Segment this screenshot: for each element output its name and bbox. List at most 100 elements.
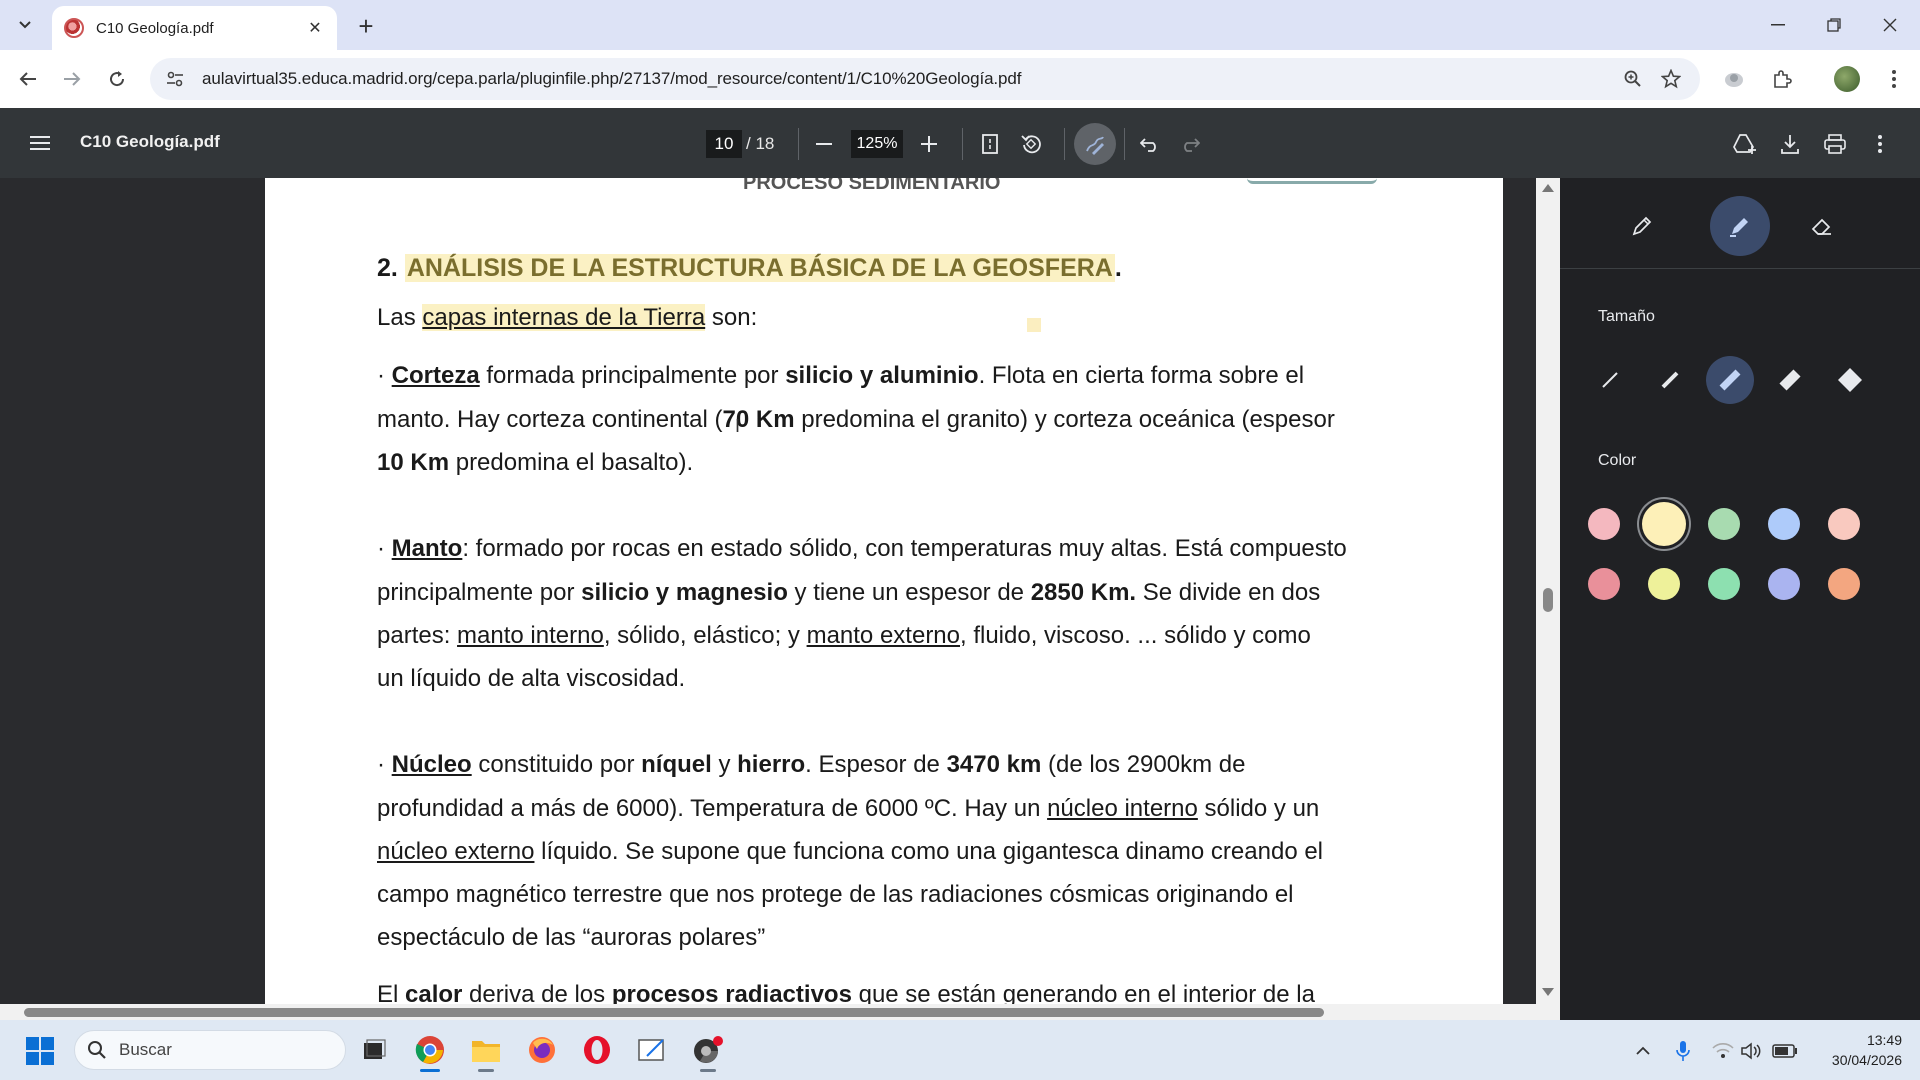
size-option-5[interactable] bbox=[1826, 356, 1874, 404]
pen-tool-button[interactable] bbox=[1612, 196, 1672, 256]
arrow-left-icon bbox=[19, 72, 36, 86]
extensions-menu-button[interactable] bbox=[1766, 63, 1798, 95]
extension-cloud-icon bbox=[1725, 73, 1743, 87]
start-button[interactable] bbox=[26, 1037, 54, 1065]
pdf-viewport[interactable]: PROCESO SEDIMENTARIO 2. ANÁLISIS DE LA E… bbox=[0, 178, 1560, 1004]
rotate-button[interactable] bbox=[1014, 127, 1048, 161]
intro-line: Las capas internas de la Tierra son: bbox=[377, 304, 758, 331]
color-swatch[interactable] bbox=[1588, 568, 1620, 600]
microphone-button[interactable] bbox=[1670, 1038, 1696, 1064]
zoom-level-input[interactable]: 125% bbox=[851, 130, 903, 158]
color-swatch[interactable] bbox=[1588, 508, 1620, 540]
paragraph-line: campo magnético terrestre que nos proteg… bbox=[377, 881, 1294, 908]
download-button[interactable] bbox=[1773, 127, 1807, 161]
chrome-icon bbox=[415, 1036, 444, 1064]
paragraph-line: manto. Hay corteza continental (70 Km pr… bbox=[377, 406, 1335, 433]
pdf-file-name: C10 Geología.pdf bbox=[80, 132, 220, 151]
browser-menu-button[interactable] bbox=[1878, 63, 1910, 95]
horizontal-scroll-thumb[interactable] bbox=[24, 1008, 1324, 1017]
close-icon bbox=[1883, 18, 1897, 32]
search-icon bbox=[88, 1041, 106, 1059]
color-swatch[interactable] bbox=[1768, 568, 1800, 600]
fit-page-button[interactable] bbox=[973, 127, 1007, 161]
zoom-out-button[interactable] bbox=[807, 127, 841, 161]
horizontal-scrollbar[interactable] bbox=[0, 1004, 1560, 1020]
vertical-scrollbar[interactable] bbox=[1536, 178, 1560, 1004]
show-hidden-icons-button[interactable] bbox=[1630, 1038, 1656, 1064]
minimize-button[interactable] bbox=[1750, 0, 1806, 50]
zoom-in-button[interactable] bbox=[912, 127, 946, 161]
color-swatch[interactable] bbox=[1708, 508, 1740, 540]
scroll-down-arrow-icon[interactable] bbox=[1542, 988, 1554, 996]
chevron-down-icon bbox=[19, 21, 31, 29]
scroll-up-arrow-icon[interactable] bbox=[1542, 184, 1554, 192]
address-bar[interactable]: aulavirtual35.educa.madrid.org/cepa.parl… bbox=[150, 58, 1700, 100]
color-swatch[interactable] bbox=[1648, 568, 1680, 600]
size-label: Tamaño bbox=[1598, 308, 1655, 325]
taskbar-search[interactable]: Buscar bbox=[74, 1030, 346, 1070]
avatar bbox=[1834, 66, 1860, 92]
restore-button[interactable] bbox=[1806, 0, 1862, 50]
eraser-tool-button[interactable] bbox=[1792, 196, 1852, 256]
network-button[interactable] bbox=[1710, 1038, 1736, 1064]
vertical-scroll-thumb[interactable] bbox=[1543, 588, 1553, 612]
section-heading: 2. ANÁLISIS DE LA ESTRUCTURA BÁSICA DE L… bbox=[377, 254, 1122, 282]
tab-search-button[interactable] bbox=[10, 10, 40, 40]
task-view-icon bbox=[364, 1039, 386, 1059]
forward-button[interactable] bbox=[56, 63, 88, 95]
taskbar-app-opera[interactable] bbox=[577, 1030, 617, 1070]
size-option-2[interactable] bbox=[1646, 356, 1694, 404]
pen-icon bbox=[1632, 216, 1652, 236]
save-to-drive-button[interactable] bbox=[1728, 127, 1762, 161]
site-info-icon[interactable] bbox=[156, 60, 194, 98]
annotate-button[interactable] bbox=[1074, 123, 1116, 165]
redo-button[interactable] bbox=[1173, 127, 1207, 161]
volume-button[interactable] bbox=[1738, 1038, 1764, 1064]
size-option-3[interactable] bbox=[1706, 356, 1754, 404]
more-vert-icon bbox=[1892, 70, 1896, 88]
zoom-indicator-button[interactable] bbox=[1614, 58, 1652, 100]
browser-tab[interactable]: C10 Geología.pdf ✕ bbox=[52, 6, 337, 50]
paragraph-line-cut: El calor deriva de los procesos radiacti… bbox=[377, 981, 1315, 1004]
bookmark-button[interactable] bbox=[1652, 58, 1690, 100]
download-icon bbox=[1781, 135, 1799, 154]
color-swatch[interactable] bbox=[1828, 568, 1860, 600]
cut-off-heading: PROCESO SEDIMENTARIO bbox=[743, 178, 1001, 194]
taskbar-app-explorer[interactable] bbox=[466, 1030, 506, 1072]
color-swatch[interactable] bbox=[1708, 568, 1740, 600]
pdf-page[interactable]: PROCESO SEDIMENTARIO 2. ANÁLISIS DE LA E… bbox=[265, 178, 1503, 1004]
panel-divider bbox=[1560, 268, 1920, 269]
new-tab-button[interactable]: + bbox=[350, 10, 382, 42]
extension-button[interactable] bbox=[1718, 63, 1750, 95]
profile-button[interactable] bbox=[1831, 63, 1863, 95]
reload-button[interactable] bbox=[101, 63, 133, 95]
taskbar-app-chrome[interactable] bbox=[410, 1030, 450, 1072]
more-vert-icon bbox=[1878, 135, 1882, 153]
opera-icon bbox=[584, 1036, 610, 1064]
taskbar-app-chrome-profile[interactable] bbox=[688, 1030, 728, 1072]
taskbar-app-task-view[interactable] bbox=[354, 1030, 394, 1070]
color-swatch[interactable] bbox=[1642, 502, 1686, 546]
taskbar-app-whiteboard[interactable] bbox=[632, 1030, 672, 1070]
close-tab-icon[interactable]: ✕ bbox=[305, 18, 325, 38]
page-number-input[interactable]: 10 bbox=[706, 130, 742, 158]
close-window-button[interactable] bbox=[1862, 0, 1918, 50]
size-option-4[interactable] bbox=[1766, 356, 1814, 404]
system-clock[interactable]: 13:49 30/04/2026 bbox=[1812, 1030, 1902, 1070]
size-option-1[interactable] bbox=[1586, 356, 1634, 404]
size-xs-icon bbox=[1602, 372, 1618, 388]
print-button[interactable] bbox=[1818, 127, 1852, 161]
color-swatch[interactable] bbox=[1828, 508, 1860, 540]
pdf-more-button[interactable] bbox=[1863, 127, 1897, 161]
folder-icon bbox=[472, 1041, 500, 1062]
taskbar-app-firefox[interactable] bbox=[522, 1030, 562, 1070]
battery-button[interactable] bbox=[1772, 1038, 1798, 1064]
back-button[interactable] bbox=[12, 63, 44, 95]
color-swatch[interactable] bbox=[1768, 508, 1800, 540]
paragraph-line: · Corteza formada principalmente por sil… bbox=[377, 362, 1305, 389]
reload-icon bbox=[110, 71, 125, 87]
undo-button[interactable] bbox=[1133, 127, 1167, 161]
highlighter-tool-button[interactable] bbox=[1710, 196, 1770, 256]
tab-title: C10 Geología.pdf bbox=[96, 19, 214, 37]
pdf-sidebar-toggle[interactable] bbox=[26, 129, 54, 157]
